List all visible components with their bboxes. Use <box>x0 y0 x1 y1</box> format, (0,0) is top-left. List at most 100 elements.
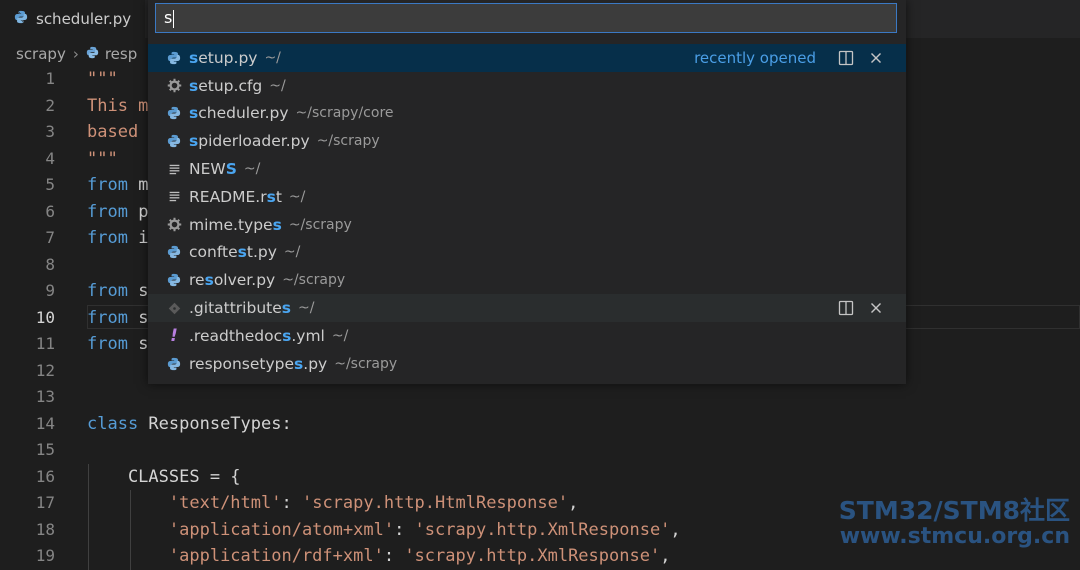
code-token: from <box>87 175 128 195</box>
file-result-item[interactable]: .gitattributes ~/ <box>148 294 906 322</box>
tab-label: scheduler.py <box>36 10 132 28</box>
file-result-item[interactable]: setup.cfg ~/ <box>148 72 906 100</box>
code-text: CLASSES = { <box>87 464 241 491</box>
code-text: 'text/html': 'scrapy.http.HtmlResponse', <box>87 490 578 517</box>
code-token: 'scrapy.http.HtmlResponse' <box>301 493 569 513</box>
code-token: """ <box>87 148 118 169</box>
python-icon <box>166 272 182 288</box>
line-number: 19 <box>35 546 55 565</box>
code-text: """ <box>87 66 118 93</box>
chevron-right-icon: › <box>72 45 79 63</box>
file-path: ~/scrapy/core <box>295 105 394 122</box>
code-line[interactable]: 13 <box>0 384 1080 411</box>
match-highlight: S <box>225 160 237 179</box>
code-line[interactable]: 15 <box>0 437 1080 464</box>
tab-scheduler-py[interactable]: scheduler.py <box>0 0 146 38</box>
file-path: ~/scrapy <box>282 272 346 289</box>
python-icon <box>166 356 182 372</box>
code-token: based <box>87 122 149 142</box>
file-path: ~/ <box>264 49 281 66</box>
exclamation-icon: ! <box>170 325 178 346</box>
quick-open-input[interactable]: s <box>155 3 897 33</box>
code-token: , <box>660 546 671 566</box>
file-result-item[interactable]: setup.py ~/ recently opened <box>148 44 906 72</box>
match-highlight: s <box>282 326 292 345</box>
code-token: s <box>127 307 149 328</box>
breadcrumb-file[interactable]: resp <box>105 45 137 63</box>
line-number: 5 <box>45 175 55 194</box>
code-line[interactable]: 14 class ResponseTypes: <box>0 411 1080 438</box>
match-highlight: s <box>272 215 282 234</box>
file-name: responsetypes.py <box>189 355 327 373</box>
python-icon <box>86 45 99 63</box>
python-icon <box>166 105 182 121</box>
file-result-item[interactable]: conftest.py ~/ <box>148 239 906 267</box>
query-text: s <box>164 8 173 27</box>
line-number: 15 <box>35 440 55 459</box>
match-highlight: s <box>189 48 199 67</box>
code-token: : <box>383 546 405 566</box>
match-highlight: s <box>189 76 199 95</box>
gear-icon <box>166 217 182 233</box>
line-number: 6 <box>45 201 55 221</box>
code-token: 'application/atom+xml' <box>168 519 395 540</box>
code-token: p <box>127 201 149 222</box>
file-name-part: t.py <box>246 243 277 262</box>
file-name-part: re <box>189 271 205 290</box>
code-token: from <box>87 201 128 222</box>
file-result-item[interactable]: README.rst ~/ <box>148 183 906 211</box>
file-name: mime.types <box>189 216 282 234</box>
file-name: NEWS <box>189 160 237 178</box>
file-name-part: mime.type <box>189 215 273 234</box>
code-token: CLASSES = { <box>87 466 241 487</box>
code-token: ResponseTypes: <box>138 413 292 434</box>
code-text: from s <box>87 331 148 358</box>
line-number: 7 <box>45 228 55 247</box>
line-number: 4 <box>45 148 55 168</box>
breadcrumb-root[interactable]: scrapy <box>16 45 66 63</box>
file-result-item[interactable]: NEWS ~/ <box>148 155 906 183</box>
code-token: 'text/html' <box>168 493 282 513</box>
close-icon[interactable] <box>868 300 884 316</box>
file-name-part: NEW <box>189 160 226 179</box>
code-text: from s <box>87 305 148 332</box>
code-token: i <box>127 228 149 248</box>
code-line[interactable]: 16 CLASSES = { <box>0 464 1080 491</box>
line-number: 10 <box>35 307 55 327</box>
file-name-part: etup.py <box>198 48 258 67</box>
watermark-line1: STM32/STM8社区 <box>838 496 1070 525</box>
file-result-item[interactable]: ! .readthedocs.yml ~/ <box>148 322 906 350</box>
file-path: ~/scrapy <box>288 216 352 233</box>
code-token: : <box>281 493 302 513</box>
file-name: .readthedocs.yml <box>189 327 325 345</box>
code-token: m <box>127 175 149 195</box>
text-cursor <box>173 9 175 28</box>
file-name-part: etup.cfg <box>198 76 263 95</box>
code-token: 'scrapy.http.XmlResponse' <box>414 519 671 540</box>
file-result-item[interactable]: scheduler.py ~/scrapy/core <box>148 100 906 128</box>
code-token: from <box>87 307 128 328</box>
file-name-part: README.r <box>189 187 267 206</box>
line-number: 12 <box>35 360 55 380</box>
code-token: 'application/rdf+xml' <box>168 546 384 566</box>
code-token: class <box>87 413 139 434</box>
file-result-item[interactable]: responsetypes.py ~/scrapy <box>148 350 906 378</box>
file-path: ~/scrapy <box>334 355 398 372</box>
file-result-item[interactable]: resolver.py ~/scrapy <box>148 266 906 294</box>
split-editor-icon[interactable] <box>838 50 854 66</box>
file-name: setup.py <box>189 49 257 67</box>
python-icon <box>14 10 28 28</box>
watermark: STM32/STM8社区 www.stmcu.org.cn <box>839 498 1070 550</box>
split-editor-icon[interactable] <box>838 300 854 316</box>
line-number: 3 <box>45 122 55 141</box>
match-highlight: s <box>189 132 199 151</box>
line-number: 14 <box>35 413 55 433</box>
file-result-item[interactable]: mime.types ~/scrapy <box>148 211 906 239</box>
file-name: .gitattributes <box>189 299 291 317</box>
close-icon[interactable] <box>868 50 884 66</box>
indent-guide <box>130 490 131 570</box>
git-icon <box>166 300 182 316</box>
file-result-item[interactable]: spiderloader.py ~/scrapy <box>148 127 906 155</box>
line-number: 16 <box>35 466 55 486</box>
